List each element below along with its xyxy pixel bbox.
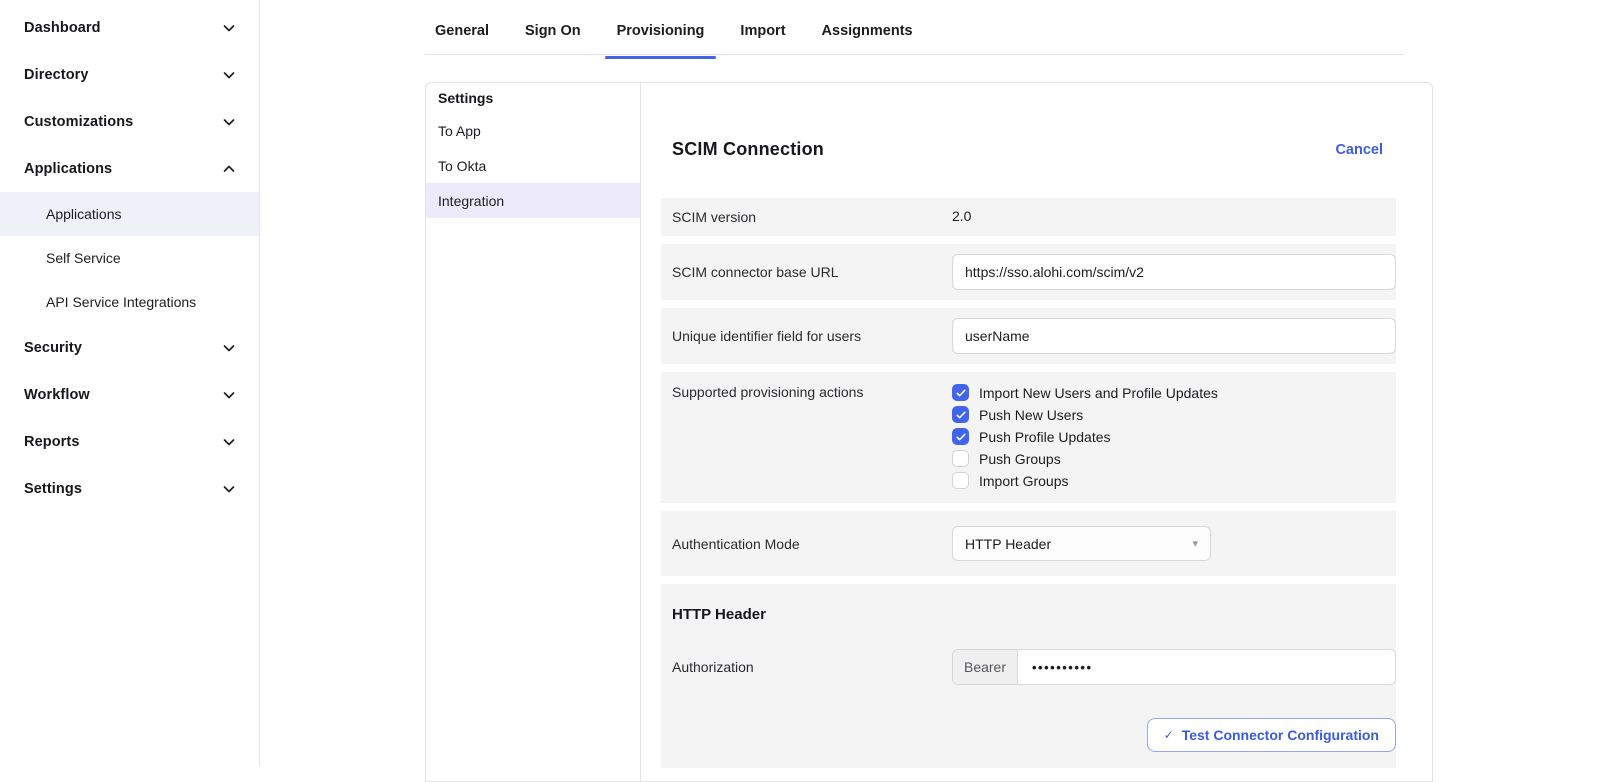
- sidebar: Dashboard Directory Customizations Appli…: [0, 0, 260, 766]
- provisioning-card: Settings To App To Okta Integration SCIM…: [425, 82, 1433, 782]
- base-url-input[interactable]: [952, 254, 1396, 290]
- http-header-section: HTTP Header Authorization Bearer ✓ Test …: [661, 584, 1396, 768]
- chevron-down-icon: [221, 20, 237, 36]
- sidebar-item-dashboard[interactable]: Dashboard: [0, 4, 259, 51]
- row-authorization: Authorization Bearer: [672, 649, 1396, 685]
- chevron-down-icon: [221, 114, 237, 130]
- app-tabs: General Sign On Provisioning Import Assi…: [425, 0, 1404, 55]
- checkbox-push-profile-updates[interactable]: Push Profile Updates: [952, 428, 1396, 445]
- row-auth-mode: Authentication Mode HTTP Header ▾: [661, 511, 1396, 576]
- sidebar-item-workflow[interactable]: Workflow: [0, 371, 259, 418]
- chevron-down-icon: [221, 481, 237, 497]
- subnav-item-integration[interactable]: Integration: [426, 183, 640, 218]
- sidebar-item-settings[interactable]: Settings: [0, 465, 259, 512]
- checkbox-import-new-users[interactable]: Import New Users and Profile Updates: [952, 384, 1396, 401]
- bearer-prefix: Bearer: [953, 650, 1018, 684]
- sidebar-item-api-service-integrations[interactable]: API Service Integrations: [0, 280, 259, 324]
- scim-version-value: 2.0: [952, 208, 971, 224]
- tab-provisioning[interactable]: Provisioning: [617, 8, 705, 54]
- chevron-down-icon: [221, 67, 237, 83]
- section-heading: HTTP Header: [672, 606, 1396, 623]
- chevron-up-icon: [221, 161, 237, 177]
- tab-import[interactable]: Import: [740, 8, 785, 54]
- sidebar-item-applications-child[interactable]: Applications: [0, 192, 259, 236]
- checkbox-unchecked-icon: [952, 450, 969, 467]
- row-base-url: SCIM connector base URL: [661, 244, 1396, 300]
- check-icon: ✓: [1164, 728, 1174, 742]
- checkbox-unchecked-icon: [952, 472, 969, 489]
- chevron-down-icon: [221, 387, 237, 403]
- row-scim-version: SCIM version 2.0: [661, 198, 1396, 236]
- authorization-token-input[interactable]: [1018, 650, 1395, 684]
- sidebar-item-reports[interactable]: Reports: [0, 418, 259, 465]
- checkbox-push-new-users[interactable]: Push New Users: [952, 406, 1396, 423]
- sidebar-item-self-service[interactable]: Self Service: [0, 236, 259, 280]
- test-connector-configuration-button[interactable]: ✓ Test Connector Configuration: [1147, 718, 1396, 752]
- sidebar-item-directory[interactable]: Directory: [0, 51, 259, 98]
- button-row: ✓ Test Connector Configuration: [672, 718, 1396, 754]
- provisioning-subnav: Settings To App To Okta Integration: [426, 83, 641, 781]
- tab-sign-on[interactable]: Sign On: [525, 8, 581, 54]
- sidebar-item-customizations[interactable]: Customizations: [0, 98, 259, 145]
- checkbox-checked-icon: [952, 384, 969, 401]
- form-header: SCIM Connection Cancel: [672, 139, 1383, 160]
- checkbox-import-groups[interactable]: Import Groups: [952, 472, 1396, 489]
- chevron-down-icon: [221, 434, 237, 450]
- sidebar-item-security[interactable]: Security: [0, 324, 259, 371]
- row-provisioning-actions: Supported provisioning actions Import Ne…: [661, 372, 1396, 503]
- checkbox-checked-icon: [952, 406, 969, 423]
- chevron-down-icon: [221, 340, 237, 356]
- row-unique-identifier: Unique identifier field for users: [661, 308, 1396, 364]
- authorization-input-group: Bearer: [952, 649, 1396, 685]
- subnav-header: Settings: [426, 83, 640, 113]
- auth-mode-select[interactable]: HTTP Header ▾: [952, 526, 1211, 561]
- unique-identifier-input[interactable]: [952, 318, 1396, 354]
- sidebar-item-applications[interactable]: Applications: [0, 145, 259, 192]
- tab-assignments[interactable]: Assignments: [822, 8, 913, 54]
- subnav-item-to-app[interactable]: To App: [426, 113, 640, 148]
- checkbox-checked-icon: [952, 428, 969, 445]
- tab-general[interactable]: General: [435, 8, 489, 54]
- scim-connection-form: SCIM Connection Cancel SCIM version 2.0 …: [641, 83, 1432, 781]
- cancel-button[interactable]: Cancel: [1335, 142, 1383, 158]
- page-title: SCIM Connection: [672, 139, 824, 160]
- dropdown-caret-icon: ▾: [1192, 537, 1198, 550]
- checkbox-push-groups[interactable]: Push Groups: [952, 450, 1396, 467]
- subnav-item-to-okta[interactable]: To Okta: [426, 148, 640, 183]
